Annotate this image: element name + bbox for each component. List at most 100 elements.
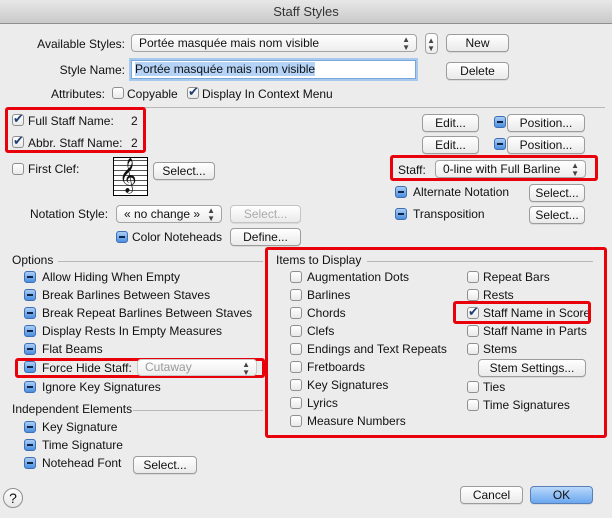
time-signatures-checkbox[interactable]: [467, 399, 479, 411]
edit-full-name-button[interactable]: Edit...: [422, 114, 479, 132]
rests-label: Rests: [483, 288, 514, 302]
key-signatures-label: Key Signatures: [307, 378, 389, 392]
context-menu-checkbox[interactable]: [187, 84, 199, 100]
abbr-staff-name-checkbox[interactable]: [12, 133, 24, 149]
alternate-notation-label: Alternate Notation: [413, 185, 510, 199]
position-full-name-button[interactable]: Position...: [507, 114, 585, 132]
notehead-font-label: Notehead Font: [42, 456, 122, 470]
clefs-checkbox[interactable]: [290, 325, 302, 337]
ignore-key-signatures-checkbox[interactable]: [24, 381, 36, 393]
alternate-notation-select-button[interactable]: Select...: [529, 184, 585, 202]
color-noteheads-checkbox[interactable]: [116, 231, 128, 243]
rests-checkbox[interactable]: [467, 289, 479, 301]
repeat-bars-checkbox[interactable]: [467, 271, 479, 283]
break-repeat-barlines-between-staves-checkbox[interactable]: [24, 307, 36, 319]
transposition-checkbox[interactable]: [395, 208, 407, 220]
lyrics-checkbox[interactable]: [290, 397, 302, 409]
divider: [58, 261, 263, 262]
endings-and-text-repeats-label: Endings and Text Repeats: [307, 342, 447, 356]
break-repeat-barlines-between-staves-label: Break Repeat Barlines Between Staves: [42, 306, 253, 320]
style-name-input[interactable]: Portée masquée mais nom visible: [131, 60, 416, 79]
ok-button[interactable]: OK: [530, 486, 593, 504]
staff-popup[interactable]: 0-line with Full Barline ▲ ▼: [435, 160, 586, 178]
alternate-notation-checkbox[interactable]: [395, 186, 407, 198]
notehead-font-select-button[interactable]: Select...: [133, 456, 197, 474]
flat-beams-label: Flat Beams: [42, 342, 103, 356]
time-signature-label: Time Signature: [42, 438, 123, 452]
help-button[interactable]: ?: [3, 488, 23, 508]
available-styles-value: Portée masquée mais nom visible: [139, 36, 320, 50]
stems-checkbox[interactable]: [467, 343, 479, 355]
force-hide-staff-popup[interactable]: Cutaway ▲ ▼: [137, 359, 257, 377]
full-staff-name-label: Full Staff Name:: [28, 114, 114, 128]
copyable-checkbox[interactable]: [112, 87, 124, 99]
force-hide-staff-label: Force Hide Staff:: [42, 361, 132, 375]
display-rests-in-empty-measures-checkbox[interactable]: [24, 325, 36, 337]
style-name-value: Portée masquée mais nom visible: [135, 62, 316, 76]
key-signatures-checkbox[interactable]: [290, 379, 302, 391]
barlines-checkbox[interactable]: [290, 289, 302, 301]
augmentation-dots-label: Augmentation Dots: [307, 270, 410, 284]
cancel-button[interactable]: Cancel: [460, 486, 523, 504]
notation-style-value: « no change »: [124, 207, 201, 221]
fretboards-checkbox[interactable]: [290, 361, 302, 373]
updown-arrows-icon: ▲ ▼: [402, 35, 410, 52]
available-styles-popup[interactable]: Portée masquée mais nom visible ▲ ▼: [131, 34, 417, 52]
time-signature-checkbox[interactable]: [24, 439, 36, 451]
abbr-name-position-checkbox[interactable]: [494, 138, 506, 150]
allow-hiding-when-empty-label: Allow Hiding When Empty: [42, 270, 181, 284]
barlines-label: Barlines: [307, 288, 351, 302]
updown-arrows-icon: ▲ ▼: [242, 360, 250, 377]
independent-elements-heading: Independent Elements: [12, 402, 133, 416]
full-name-position-checkbox[interactable]: [494, 116, 506, 128]
divider: [133, 410, 263, 411]
stepper-arrows-icon: ▲ ▼: [427, 36, 435, 53]
notehead-font-checkbox[interactable]: [24, 457, 36, 469]
augmentation-dots-checkbox[interactable]: [290, 271, 302, 283]
options-heading: Options: [12, 253, 54, 267]
style-stepper[interactable]: ▲ ▼: [425, 33, 438, 54]
edit-abbr-name-button[interactable]: Edit...: [422, 136, 479, 154]
break-barlines-between-staves-checkbox[interactable]: [24, 289, 36, 301]
time-signatures-label: Time Signatures: [483, 398, 570, 412]
new-button[interactable]: New: [446, 34, 509, 52]
full-staff-name-value: 2: [131, 114, 138, 128]
ties-checkbox[interactable]: [467, 381, 479, 393]
transposition-select-button[interactable]: Select...: [529, 206, 585, 224]
notation-style-select-button[interactable]: Select...: [230, 205, 301, 223]
stem-settings-button[interactable]: Stem Settings...: [478, 359, 586, 377]
define-button[interactable]: Define...: [230, 228, 301, 246]
display-rests-in-empty-measures-label: Display Rests In Empty Measures: [42, 324, 223, 338]
chords-label: Chords: [307, 306, 346, 320]
notation-style-label: Notation Style:: [30, 207, 109, 221]
flat-beams-checkbox[interactable]: [24, 343, 36, 355]
notation-style-popup[interactable]: « no change » ▲ ▼: [116, 205, 222, 223]
full-staff-name-checkbox[interactable]: [12, 111, 24, 127]
clef-select-button[interactable]: Select...: [153, 162, 215, 180]
staff-label: Staff:: [398, 163, 426, 177]
force-hide-staff-checkbox[interactable]: [24, 361, 36, 373]
treble-clef-icon: 𝄞: [119, 158, 137, 193]
key-signature-checkbox[interactable]: [24, 421, 36, 433]
highlight-box: [453, 301, 591, 324]
staff-name-in-parts-checkbox[interactable]: [467, 325, 479, 337]
first-clef-checkbox[interactable]: [12, 163, 24, 175]
measure-numbers-checkbox[interactable]: [290, 415, 302, 427]
endings-and-text-repeats-checkbox[interactable]: [290, 343, 302, 355]
staff-value: 0-line with Full Barline: [443, 162, 561, 176]
clef-preview: 𝄞: [113, 157, 148, 196]
copyable-label: Copyable: [127, 87, 178, 101]
delete-button[interactable]: Delete: [446, 62, 509, 80]
position-abbr-name-button[interactable]: Position...: [507, 136, 585, 154]
transposition-label: Transposition: [413, 207, 485, 221]
first-clef-label: First Clef:: [28, 162, 80, 176]
clefs-label: Clefs: [307, 324, 335, 338]
ties-label: Ties: [483, 380, 506, 394]
ignore-key-signatures-label: Ignore Key Signatures: [42, 380, 161, 394]
updown-arrows-icon: ▲ ▼: [571, 161, 579, 178]
allow-hiding-when-empty-checkbox[interactable]: [24, 271, 36, 283]
abbr-staff-name-label: Abbr. Staff Name:: [28, 136, 123, 150]
chords-checkbox[interactable]: [290, 307, 302, 319]
key-signature-label: Key Signature: [42, 420, 118, 434]
color-noteheads-label: Color Noteheads: [132, 230, 223, 244]
